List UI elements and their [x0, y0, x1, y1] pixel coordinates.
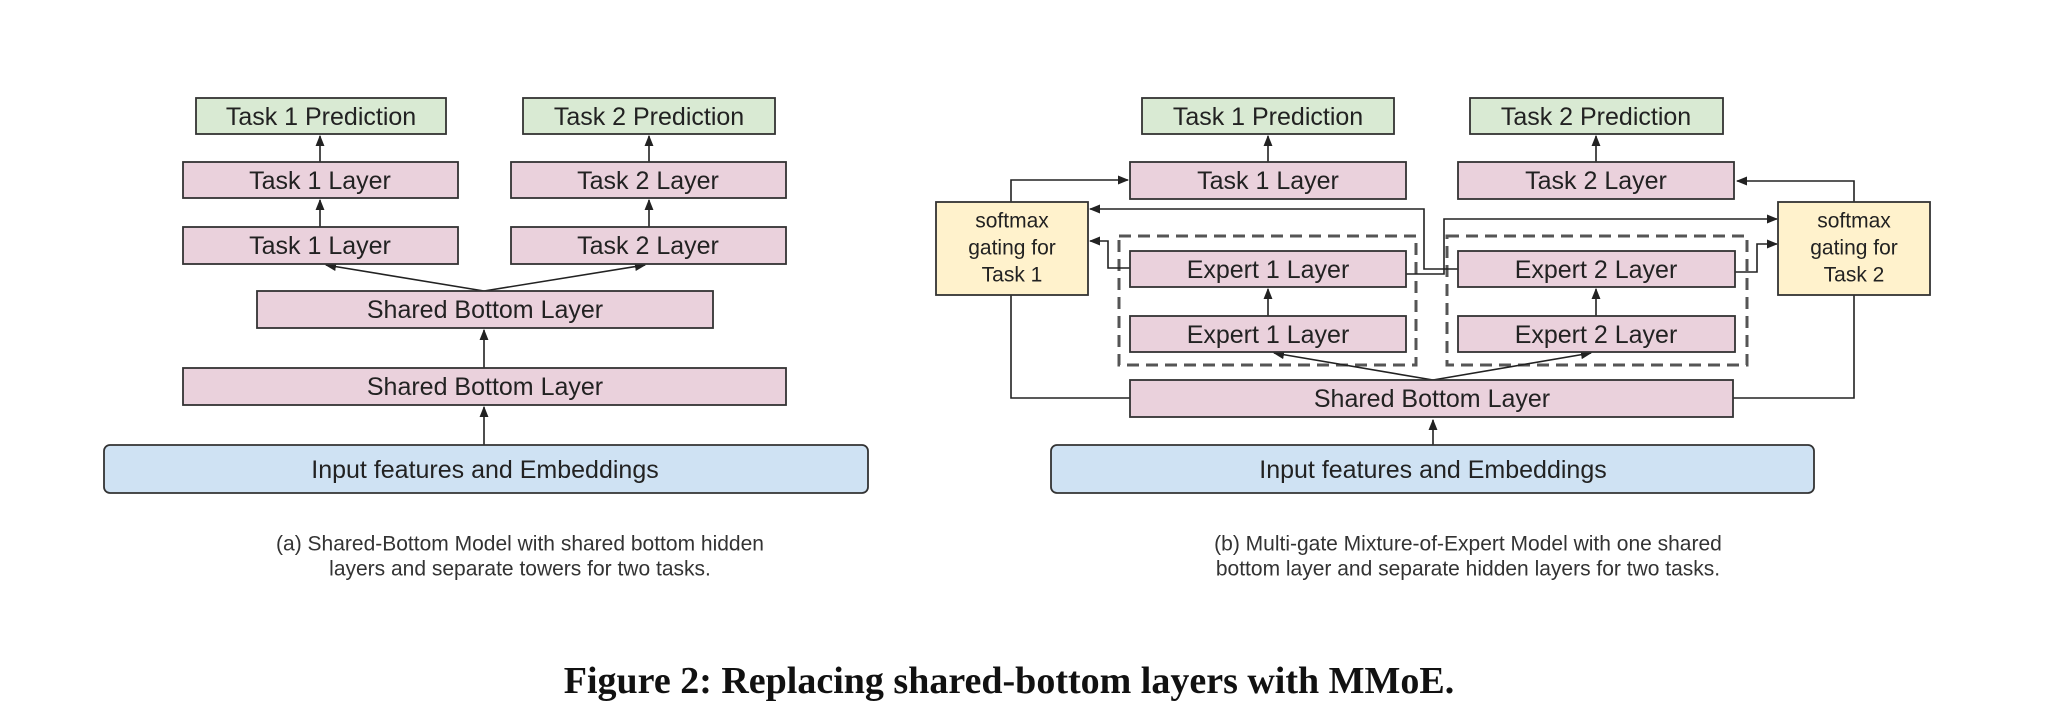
- gate2-line3: Task 2: [1824, 264, 1885, 287]
- gate2-line1: softmax: [1817, 210, 1891, 233]
- edge-b-gate2-to-task2-layer: [1735, 176, 1855, 202]
- edge-a-shared-to-task2: [483, 262, 647, 292]
- node-a-shared-bottom-lower: Shared Bottom Layer: [182, 367, 787, 406]
- caption-a-line1: (a) Shared-Bottom Model with shared bott…: [276, 533, 764, 556]
- node-b-task2-layer: Task 2 Layer: [1457, 161, 1735, 200]
- node-b-expert1-upper: Expert 1 Layer: [1129, 250, 1407, 288]
- edge-b-shared-to-gate2: [1733, 295, 1855, 399]
- node-b-expert2-lower: Expert 2 Layer: [1457, 315, 1736, 353]
- caption-b-line1: (b) Multi-gate Mixture-of-Expert Model w…: [1214, 533, 1722, 556]
- label: Input features and Embeddings: [1259, 456, 1606, 484]
- label: Task 1 Layer: [1197, 167, 1339, 195]
- caption-a-line2: layers and separate towers for two tasks…: [329, 558, 711, 581]
- gate1-line1: softmax: [975, 210, 1049, 233]
- label: Input features and Embeddings: [311, 456, 658, 484]
- gate1-line2: gating for: [968, 237, 1056, 260]
- label: Task 1 Prediction: [1173, 103, 1363, 131]
- label: Expert 1 Layer: [1187, 256, 1350, 284]
- node-b-task1-prediction: Task 1 Prediction: [1141, 97, 1395, 135]
- label: Shared Bottom Layer: [367, 373, 603, 401]
- node-b-expert2-upper: Expert 2 Layer: [1457, 250, 1736, 288]
- label: Task 2 Layer: [577, 232, 719, 260]
- node-b-gate2: softmax gating for Task 2: [1777, 201, 1931, 296]
- edge-a-shared-to-task1: [324, 262, 485, 292]
- node-a-input: Input features and Embeddings: [103, 444, 869, 494]
- node-b-task1-layer: Task 1 Layer: [1129, 161, 1407, 200]
- label: Expert 2 Layer: [1515, 321, 1678, 349]
- node-a-task1-prediction: Task 1 Prediction: [195, 97, 447, 135]
- label: Task 2 Layer: [1525, 167, 1667, 195]
- panel-b-mmoe: Task 1 Prediction Task 2 Prediction Task…: [935, 97, 1931, 581]
- caption-b-line2: bottom layer and separate hidden layers …: [1216, 558, 1720, 581]
- label: Expert 2 Layer: [1515, 256, 1678, 284]
- label: Shared Bottom Layer: [367, 296, 603, 324]
- label: Task 2 Prediction: [1501, 103, 1691, 131]
- label: Shared Bottom Layer: [1314, 385, 1550, 413]
- node-a-task2-layer-top: Task 2 Layer: [510, 161, 787, 199]
- label: Task 2 Prediction: [554, 103, 744, 131]
- node-b-input: Input features and Embeddings: [1050, 444, 1815, 494]
- node-b-shared-bottom: Shared Bottom Layer: [1129, 379, 1734, 418]
- node-b-expert1-lower: Expert 1 Layer: [1129, 315, 1407, 353]
- node-a-shared-bottom-upper: Shared Bottom Layer: [256, 290, 714, 329]
- label: Task 2 Layer: [577, 167, 719, 195]
- label: Expert 1 Layer: [1187, 321, 1350, 349]
- label: Task 1 Layer: [249, 232, 391, 260]
- gate1-line3: Task 1: [982, 264, 1043, 287]
- node-b-task2-prediction: Task 2 Prediction: [1469, 97, 1724, 135]
- edge-b-gate1-to-task1-layer: [1010, 175, 1130, 202]
- edge-b-expert1-to-gate1: [1088, 236, 1130, 269]
- edge-b-shared-to-expert1: [1272, 350, 1434, 381]
- label: Task 1 Layer: [249, 167, 391, 195]
- figure-diagram: Task 1 Prediction Task 2 Prediction Task…: [103, 97, 1931, 702]
- node-a-task1-layer-top: Task 1 Layer: [182, 161, 459, 199]
- figure-caption: Figure 2: Replacing shared-bottom layers…: [564, 660, 1454, 702]
- edge-b-expert2-to-gate2: [1735, 239, 1779, 273]
- node-b-gate1: softmax gating for Task 1: [935, 201, 1089, 296]
- panel-a-shared-bottom: Task 1 Prediction Task 2 Prediction Task…: [103, 97, 869, 581]
- edge-b-shared-to-gate1: [1010, 295, 1130, 399]
- gate2-line2: gating for: [1810, 237, 1898, 260]
- node-a-task2-layer-bottom: Task 2 Layer: [510, 226, 787, 265]
- label: Task 1 Prediction: [226, 103, 416, 131]
- node-a-task1-layer-bottom: Task 1 Layer: [182, 226, 459, 265]
- node-a-task2-prediction: Task 2 Prediction: [522, 97, 776, 135]
